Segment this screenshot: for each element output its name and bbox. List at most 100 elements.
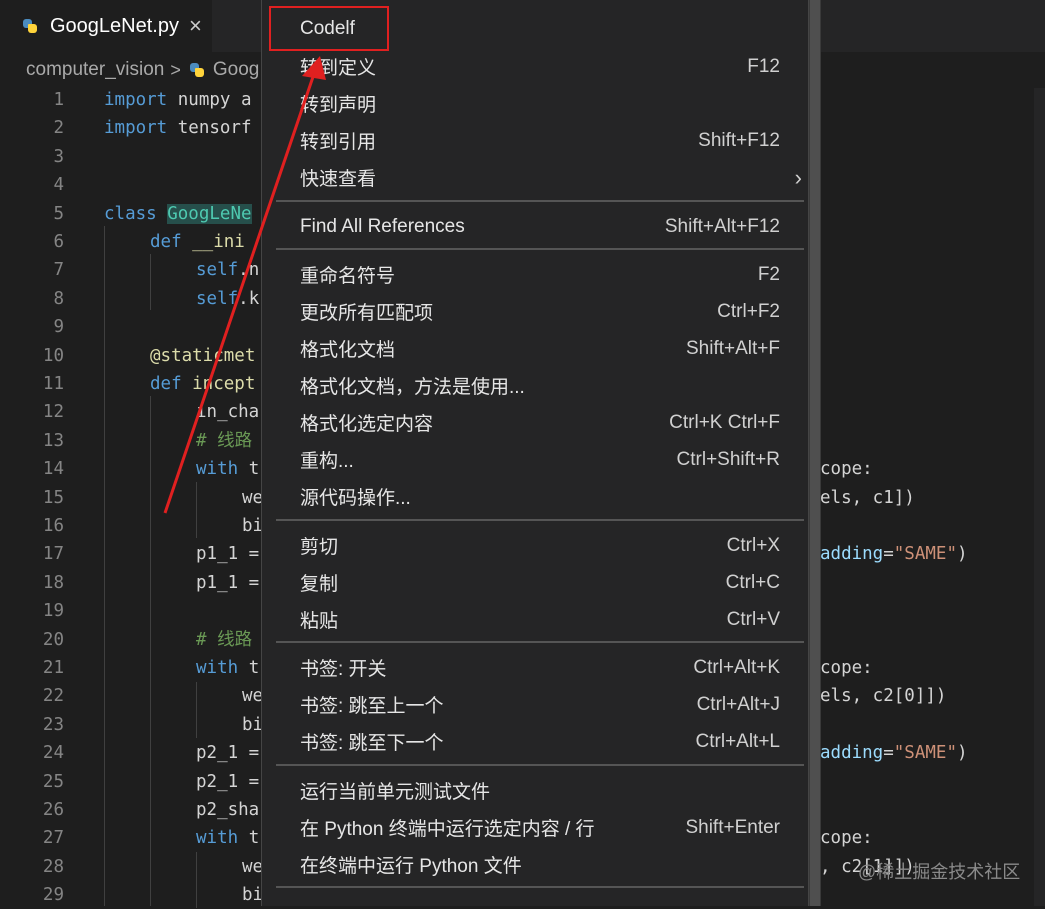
code-token: els, c1]) bbox=[820, 487, 915, 508]
code-token: t bbox=[238, 658, 260, 678]
code-token: we bbox=[242, 856, 264, 877]
menu-item-label: 在终端中运行 Python 文件 bbox=[300, 856, 522, 877]
line-number: 17 bbox=[42, 544, 64, 565]
code-token: numpy a bbox=[167, 90, 252, 110]
menu-item-bookmark-next[interactable]: 书签: 跳至下一个 Ctrl+Alt+L bbox=[262, 723, 808, 760]
breadcrumb-separator: > bbox=[170, 59, 181, 80]
line-number: 19 bbox=[42, 601, 64, 622]
menu-item-label: 书签: 开关 bbox=[300, 659, 387, 680]
menu-item-label: 转到定义 bbox=[300, 58, 377, 79]
menu-item-go-to-references[interactable]: 转到引用 Shift+F12 bbox=[262, 122, 808, 159]
line-number: 9 bbox=[53, 317, 64, 338]
menu-item-shortcut: Ctrl+V bbox=[726, 608, 780, 630]
menu-item-format-document[interactable]: 格式化文档 Shift+Alt+F bbox=[262, 330, 808, 367]
menu-item-rename-symbol[interactable]: 重命名符号 F2 bbox=[262, 256, 808, 293]
menu-item-paste[interactable]: 粘贴 Ctrl+V bbox=[262, 601, 808, 638]
line-number: 6 bbox=[53, 232, 64, 252]
menu-separator bbox=[276, 248, 804, 250]
menu-item-format-document-with[interactable]: 格式化文档，方法是使用... bbox=[262, 367, 808, 404]
tab-googlenet[interactable]: GoogLeNet.py × bbox=[0, 0, 212, 52]
menu-item-shortcut: Ctrl+Shift+R bbox=[676, 448, 780, 470]
menu-item-shortcut: Ctrl+Alt+K bbox=[693, 656, 780, 678]
close-icon[interactable]: × bbox=[189, 13, 202, 39]
code-token: cope: bbox=[820, 459, 873, 480]
menu-item-shortcut: Ctrl+C bbox=[725, 571, 780, 593]
editor-scrollbar[interactable] bbox=[1034, 88, 1045, 906]
menu-separator bbox=[276, 764, 804, 766]
code-token: adding bbox=[820, 544, 884, 565]
indent-guide bbox=[196, 482, 197, 538]
menu-item-format-selection[interactable]: 格式化选定内容 Ctrl+K Ctrl+F bbox=[262, 404, 808, 441]
code-token: incept bbox=[181, 374, 256, 394]
python-icon bbox=[189, 62, 205, 78]
menu-item-label: 格式化文档，方法是使用... bbox=[300, 377, 525, 398]
menu-item-refactor[interactable]: 重构... Ctrl+Shift+R bbox=[262, 441, 808, 478]
code-token: adding bbox=[820, 743, 884, 764]
line-number: 18 bbox=[42, 572, 64, 593]
menu-item-shortcut: Shift+Alt+F12 bbox=[664, 215, 780, 237]
menu-item-run-unit-test-file[interactable]: 运行当前单元测试文件 bbox=[262, 772, 808, 809]
code-token: we bbox=[242, 487, 264, 508]
menu-item-label: 粘贴 bbox=[300, 611, 339, 632]
menu-item-copy[interactable]: 复制 Ctrl+C bbox=[262, 564, 808, 601]
line-number: 5 bbox=[53, 203, 64, 224]
menu-item-label: 更改所有匹配项 bbox=[300, 303, 434, 324]
menu-item-shortcut: Ctrl+Alt+L bbox=[695, 730, 780, 752]
menu-item-label: 复制 bbox=[300, 574, 339, 595]
line-number: 15 bbox=[42, 487, 64, 508]
code-token: self bbox=[196, 288, 239, 309]
menu-item-label: 格式化选定内容 bbox=[300, 414, 434, 435]
code-token: p1_1 = bbox=[196, 572, 260, 593]
line-number: 24 bbox=[42, 743, 64, 764]
code-token: bi bbox=[242, 885, 264, 906]
menu-scrollbar-thumb[interactable] bbox=[810, 0, 820, 906]
breadcrumb-folder[interactable]: computer_vision bbox=[26, 59, 164, 81]
menu-item-bookmark-previous[interactable]: 书签: 跳至上一个 Ctrl+Alt+J bbox=[262, 686, 808, 723]
code-token: we bbox=[242, 686, 264, 707]
menu-item-shortcut: Shift+F12 bbox=[698, 129, 780, 151]
line-number: 12 bbox=[42, 402, 64, 423]
menu-item-run-python-file[interactable]: 在终端中运行 Python 文件 bbox=[262, 846, 808, 883]
code-token: bi bbox=[242, 714, 264, 735]
code-token: with bbox=[196, 459, 239, 480]
menu-item-go-to-declaration[interactable]: 转到声明 bbox=[262, 85, 808, 122]
code-token: p2_1 = bbox=[196, 743, 260, 764]
menu-separator bbox=[276, 641, 804, 643]
chevron-right-icon: › bbox=[794, 164, 802, 190]
menu-item-source-action[interactable]: 源代码操作... bbox=[262, 478, 808, 515]
menu-item-find-all-references[interactable]: Find All References Shift+Alt+F12 bbox=[262, 208, 808, 245]
code-token: tensorf bbox=[167, 118, 252, 139]
menu-item-peek[interactable]: 快速查看 › bbox=[262, 159, 808, 196]
menu-item-label: 书签: 跳至下一个 bbox=[300, 733, 444, 754]
code-token: = bbox=[883, 743, 894, 764]
line-number: 20 bbox=[42, 629, 64, 650]
class-name-highlight: GoogLeNe bbox=[167, 203, 252, 224]
python-icon bbox=[22, 18, 38, 34]
line-number: 27 bbox=[42, 828, 64, 849]
line-number: 16 bbox=[42, 516, 64, 536]
menu-item-run-selection-in-terminal[interactable]: 在 Python 终端中运行选定内容 / 行 Shift+Enter bbox=[262, 809, 808, 846]
code-token: t bbox=[238, 828, 260, 849]
code-string: "SAME" bbox=[893, 544, 957, 565]
menu-item-shortcut: Ctrl+X bbox=[726, 534, 780, 556]
breadcrumb-file[interactable]: Goog bbox=[213, 59, 259, 81]
code-token: p2_sha bbox=[196, 800, 260, 820]
menu-item-label: 格式化文档 bbox=[300, 340, 396, 361]
menu-separator bbox=[276, 519, 804, 521]
code-string: "SAME" bbox=[893, 743, 957, 764]
code-token: self bbox=[196, 260, 239, 281]
menu-item-label: Find All References bbox=[300, 215, 465, 237]
menu-item-shortcut: F12 bbox=[747, 55, 780, 77]
menu-item-change-all-occurrences[interactable]: 更改所有匹配项 Ctrl+F2 bbox=[262, 293, 808, 330]
menu-separator bbox=[276, 886, 804, 888]
menu-item-cut[interactable]: 剪切 Ctrl+X bbox=[262, 527, 808, 564]
menu-item-go-to-definition[interactable]: 转到定义 F12 bbox=[262, 48, 808, 85]
menu-item-shortcut: Shift+Alt+F bbox=[686, 337, 780, 359]
code-token: ) bbox=[956, 544, 968, 565]
line-number: 7 bbox=[53, 260, 64, 281]
menu-item-bookmark-toggle[interactable]: 书签: 开关 Ctrl+Alt+K bbox=[262, 649, 808, 686]
line-number: 4 bbox=[53, 175, 64, 196]
menu-item-label: 重命名符号 bbox=[300, 266, 396, 287]
code-token: def bbox=[150, 374, 182, 394]
code-token: .k bbox=[238, 288, 260, 309]
